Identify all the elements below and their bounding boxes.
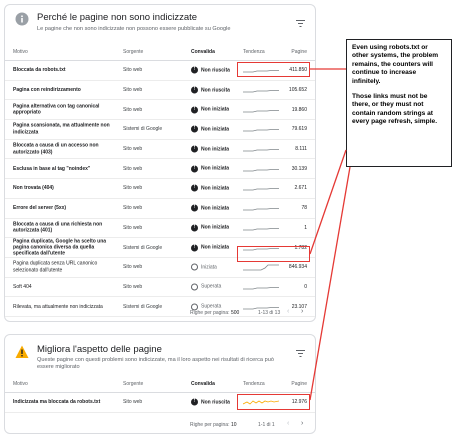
arrow-to-indexed-blocked bbox=[309, 166, 351, 401]
annotation-arrows bbox=[309, 68, 351, 401]
arrow-to-duplicate bbox=[309, 149, 347, 255]
